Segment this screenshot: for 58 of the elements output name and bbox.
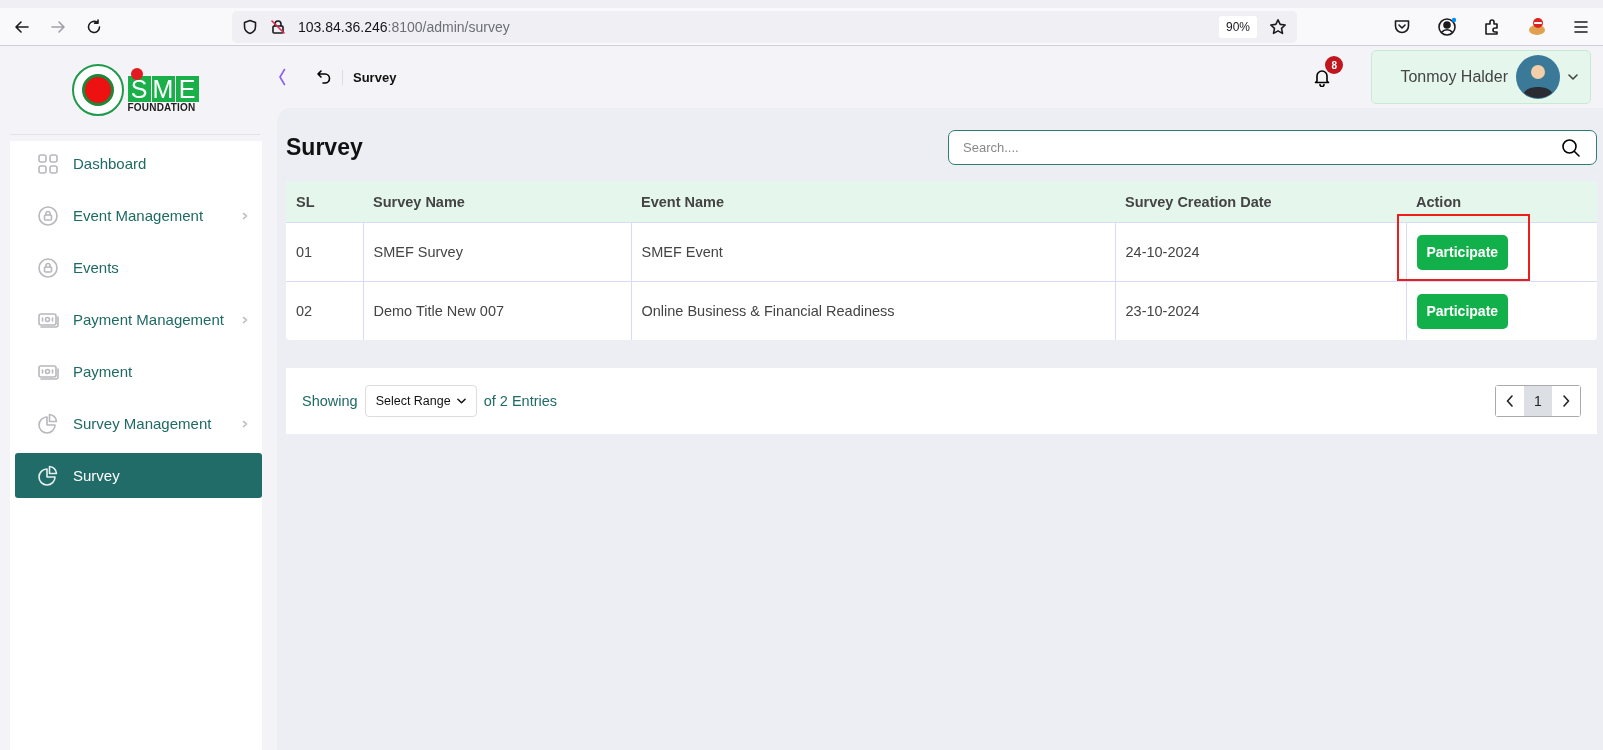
search-icon bbox=[1561, 138, 1581, 158]
sidebar-item[interactable]: Survey Management bbox=[15, 401, 262, 446]
table-cell: 24-10-2024 bbox=[1115, 222, 1406, 282]
sidebar-item[interactable]: Event Management bbox=[15, 193, 262, 238]
account-icon[interactable] bbox=[1437, 16, 1457, 37]
lock-icon bbox=[37, 204, 59, 227]
user-menu[interactable]: Tonmoy Halder bbox=[1371, 50, 1591, 104]
notification-button[interactable]: 8 bbox=[1301, 56, 1344, 98]
pie-chart-icon bbox=[37, 464, 59, 487]
chevron-left-icon bbox=[1506, 395, 1514, 407]
sidebar-item[interactable]: Payment Management bbox=[15, 297, 262, 342]
emblem-logo bbox=[71, 64, 124, 116]
puzzle-icon[interactable] bbox=[1483, 17, 1501, 36]
pocket-icon[interactable] bbox=[1393, 17, 1411, 36]
table-cell: 23-10-2024 bbox=[1115, 281, 1406, 340]
table-cell: 02 bbox=[286, 281, 363, 340]
table-cell: 01 bbox=[286, 222, 363, 282]
breadcrumb: Survey bbox=[342, 69, 397, 85]
lock-icon[interactable] bbox=[270, 18, 286, 35]
chevron-right-icon bbox=[1562, 395, 1570, 407]
back-icon[interactable] bbox=[14, 18, 30, 35]
menu-icon[interactable] bbox=[1573, 18, 1589, 35]
undo-icon[interactable] bbox=[316, 69, 332, 85]
table-cell: SMEF Survey bbox=[363, 222, 631, 282]
chevron-down-icon bbox=[1568, 74, 1578, 80]
entries-label: of 2 Entries bbox=[483, 393, 558, 409]
sidebar-item[interactable]: Survey bbox=[15, 453, 262, 498]
table-cell: Online Business & Financial Readiness bbox=[631, 281, 1115, 340]
lock-icon bbox=[37, 256, 59, 279]
url-text: 103.84.36.246:8100/admin/survey bbox=[298, 18, 511, 35]
shield-icon[interactable] bbox=[242, 18, 258, 35]
grid-icon bbox=[37, 152, 59, 175]
chevron-down-icon bbox=[456, 398, 466, 404]
avatar-icon bbox=[1516, 55, 1560, 99]
reload-icon[interactable] bbox=[86, 18, 102, 35]
zoom-level[interactable]: 90% bbox=[1218, 15, 1257, 38]
sidebar-item[interactable]: Events bbox=[15, 245, 262, 290]
column-header: Survey Name bbox=[363, 181, 631, 223]
column-header: Event Name bbox=[631, 181, 1115, 223]
page-button[interactable]: 1 bbox=[1524, 386, 1552, 416]
foundation-logo: S M E FOUNDATION bbox=[127, 67, 199, 113]
range-select[interactable]: Select Range bbox=[364, 385, 477, 417]
extension-icon[interactable] bbox=[1527, 16, 1547, 37]
pie-chart-icon bbox=[37, 412, 59, 435]
star-icon[interactable] bbox=[1269, 17, 1287, 36]
sidebar-item[interactable]: Dashboard bbox=[15, 141, 262, 186]
address-bar[interactable]: 103.84.36.246:8100/admin/survey 90% bbox=[232, 10, 1297, 43]
search-field[interactable]: Search.... bbox=[948, 130, 1597, 165]
table-cell: SMEF Event bbox=[631, 222, 1115, 282]
column-header: Action bbox=[1406, 181, 1597, 223]
sidebar-item[interactable]: Payment bbox=[15, 349, 262, 394]
notification-badge: 8 bbox=[1325, 56, 1344, 74]
page-title: Survey bbox=[286, 134, 363, 161]
column-header: SL bbox=[286, 181, 363, 223]
showing-label: Showing bbox=[302, 393, 358, 409]
column-header: Survey Creation Date bbox=[1115, 181, 1406, 223]
table-cell: Demo Title New 007 bbox=[363, 281, 631, 340]
collapse-icon[interactable] bbox=[278, 68, 286, 86]
